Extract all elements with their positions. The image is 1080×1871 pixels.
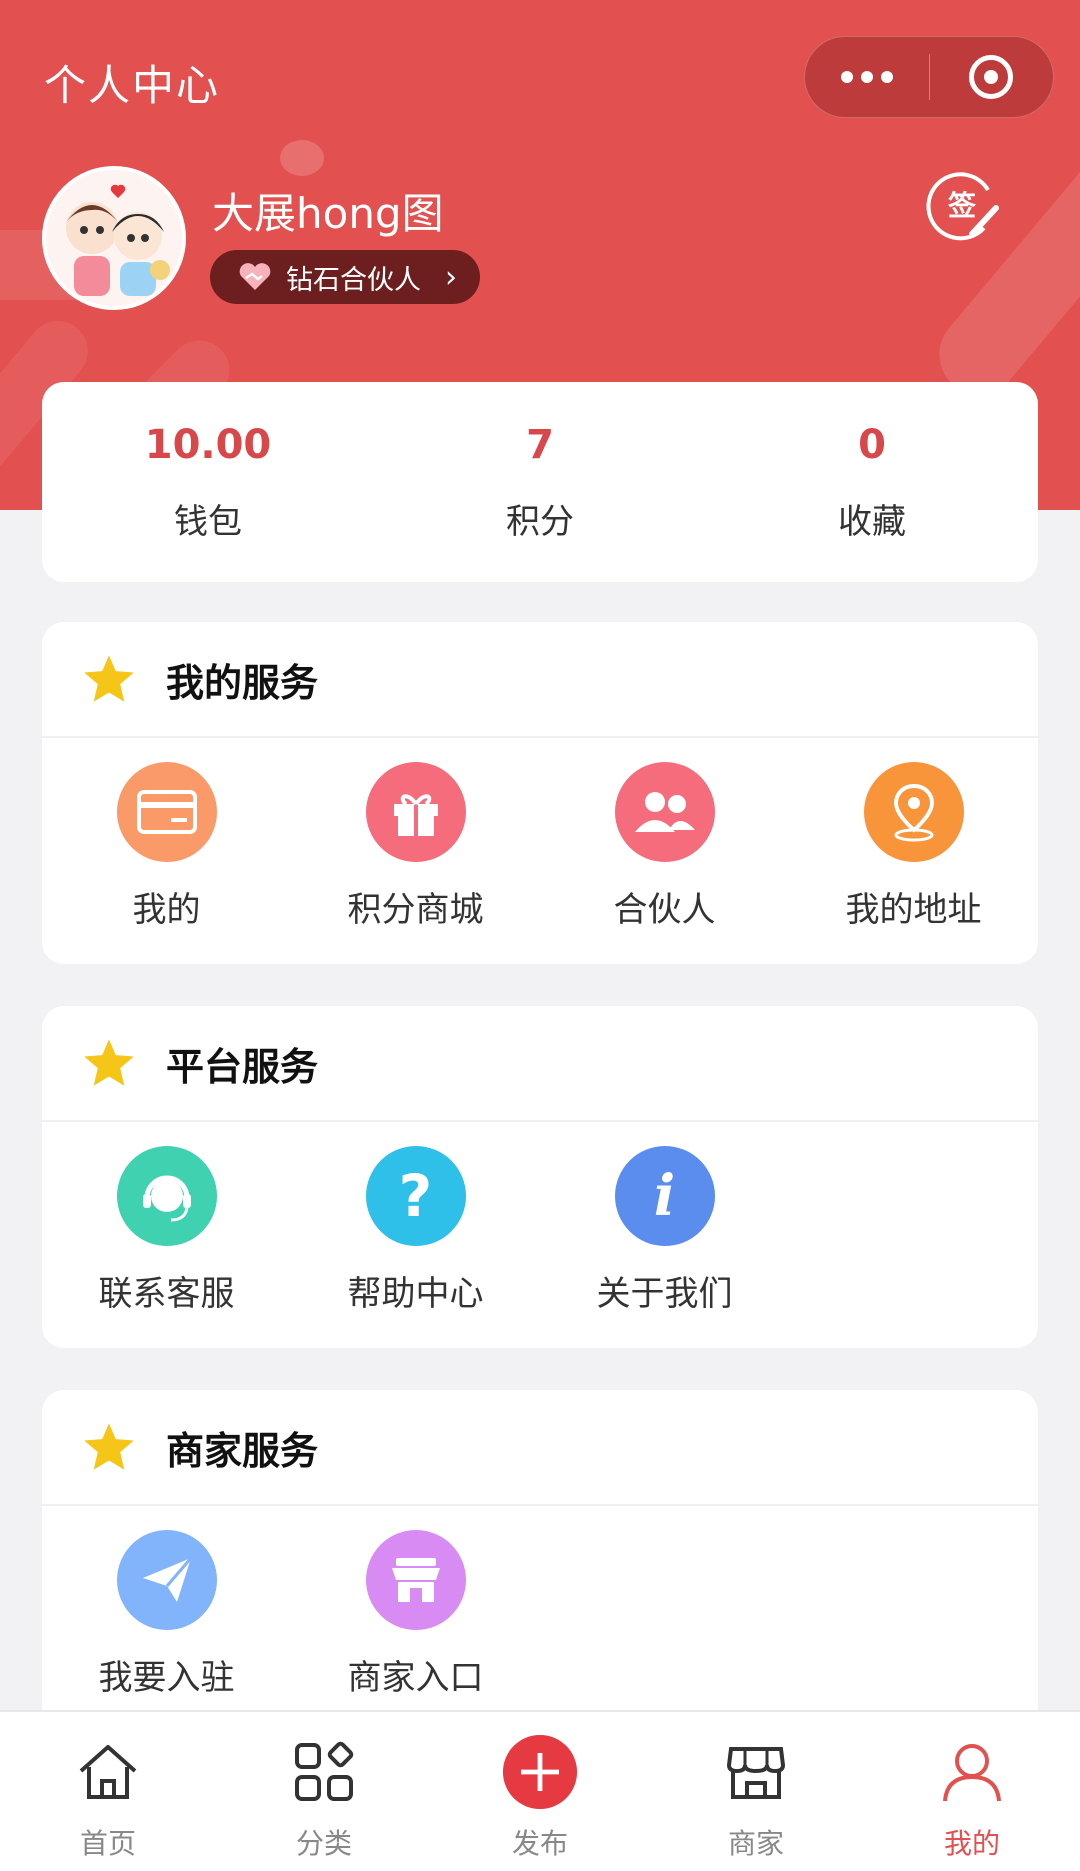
star-icon — [84, 655, 134, 702]
tab-label: 商家 — [727, 1827, 784, 1860]
merchant-services-title: 商家服务 — [166, 1428, 319, 1473]
shop-icon — [718, 1734, 794, 1810]
points-label: 积分 — [506, 502, 574, 542]
service-item-label: 我的地址 — [845, 890, 982, 930]
page-title: 个人中心 — [44, 61, 221, 110]
tab-category[interactable]: 分类 — [216, 1712, 432, 1871]
partner-level-label: 钻石合伙人 — [286, 264, 421, 296]
username: 大展hong图 — [212, 189, 444, 238]
service-item-label: 合伙人 — [613, 890, 716, 930]
tab-mine[interactable]: 我的 — [864, 1712, 1080, 1871]
wallet-value: 10.00 — [144, 422, 272, 468]
my-services-title: 我的服务 — [166, 660, 319, 705]
tab-merchant[interactable]: 商家 — [648, 1712, 864, 1871]
service-item-label: 我要入驻 — [98, 1658, 235, 1698]
sign-in-icon: 签 — [926, 172, 999, 241]
info-icon: i — [614, 1146, 715, 1246]
service-item-help-center[interactable]: ? 帮助中心 — [291, 1146, 540, 1315]
favorites-stat[interactable]: 0 收藏 — [706, 382, 1038, 582]
service-item-apply-merchant[interactable]: 我要入驻 — [42, 1530, 291, 1699]
service-item-mine[interactable]: 我的 — [42, 762, 291, 931]
help-icon: ? — [365, 1146, 466, 1246]
more-button[interactable] — [805, 37, 929, 117]
store-icon — [365, 1530, 466, 1630]
service-item-merchant-entry[interactable]: 商家入口 — [291, 1530, 540, 1699]
sign-in-button[interactable]: 签 — [926, 168, 1002, 244]
service-item-customer-service[interactable]: 联系客服 — [42, 1146, 291, 1315]
avatar-illustration — [46, 170, 182, 306]
home-icon — [70, 1734, 146, 1810]
platform-services-title: 平台服务 — [166, 1044, 319, 1089]
card-icon — [116, 762, 217, 862]
platform-services-card: 平台服务 联系客服 ? 帮助中心 i 关于我们 — [42, 1006, 1038, 1348]
users-icon — [614, 762, 715, 862]
service-item-label: 我的 — [132, 890, 201, 930]
miniprogram-capsule — [804, 36, 1054, 118]
wallet-stat[interactable]: 10.00 钱包 — [42, 382, 374, 582]
more-dots-icon — [840, 71, 893, 83]
platform-services-header: 平台服务 — [42, 1006, 1038, 1122]
service-item-label: 关于我们 — [596, 1274, 733, 1314]
tab-label: 首页 — [79, 1827, 136, 1860]
stats-card: 10.00 钱包 7 积分 0 收藏 — [42, 382, 1038, 582]
service-item-label: 帮助中心 — [347, 1274, 484, 1314]
target-icon — [969, 55, 1014, 99]
user-icon — [934, 1734, 1010, 1810]
points-value: 7 — [526, 422, 554, 468]
service-item-points-mall[interactable]: 积分商城 — [291, 762, 540, 931]
service-item-partner[interactable]: 合伙人 — [540, 762, 789, 931]
service-item-label: 积分商城 — [347, 890, 484, 930]
chevron-right-icon: › — [445, 259, 457, 295]
plus-icon — [502, 1734, 578, 1810]
star-icon — [84, 1423, 134, 1470]
merchant-services-header: 商家服务 — [42, 1390, 1038, 1506]
handshake-heart-icon — [239, 263, 271, 290]
avatar[interactable] — [42, 166, 186, 310]
my-services-card: 我的服务 我的 积分商城 合伙人 我的地址 — [42, 622, 1038, 964]
tab-label: 我的 — [943, 1827, 1000, 1860]
partner-level-badge[interactable]: 钻石合伙人 › — [210, 250, 480, 304]
service-item-label: 联系客服 — [98, 1274, 235, 1314]
star-icon — [84, 1039, 134, 1086]
sign-in-label: 签 — [948, 189, 976, 222]
headset-icon — [116, 1146, 217, 1246]
favorites-value: 0 — [858, 422, 886, 468]
service-item-my-address[interactable]: 我的地址 — [789, 762, 1038, 931]
tab-home[interactable]: 首页 — [0, 1712, 216, 1871]
service-item-about-us[interactable]: i 关于我们 — [540, 1146, 789, 1315]
gift-icon — [365, 762, 466, 862]
points-stat[interactable]: 7 积分 — [374, 382, 706, 582]
header-decoration — [280, 140, 324, 176]
service-item-label: 商家入口 — [347, 1658, 484, 1698]
wallet-label: 钱包 — [174, 502, 242, 542]
merchant-services-card: 商家服务 我要入驻 商家入口 — [42, 1390, 1038, 1730]
tab-publish[interactable]: 发布 — [432, 1712, 648, 1871]
location-icon — [863, 762, 964, 862]
tab-label: 发布 — [511, 1827, 568, 1860]
paper-plane-icon — [116, 1530, 217, 1630]
my-services-header: 我的服务 — [42, 622, 1038, 738]
category-icon — [286, 1734, 362, 1810]
tab-label: 分类 — [295, 1827, 352, 1860]
close-miniprogram-button[interactable] — [930, 37, 1054, 117]
bottom-tab-bar: 首页 分类 发布 商家 我的 — [0, 1710, 1080, 1871]
favorites-label: 收藏 — [838, 502, 906, 542]
